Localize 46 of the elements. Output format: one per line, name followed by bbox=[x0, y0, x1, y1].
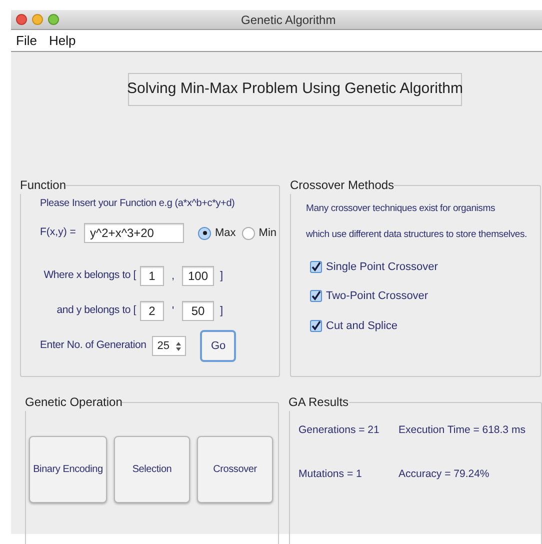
panel-title: Function bbox=[20, 177, 66, 194]
description-text: which use different data structures to store themselves. bbox=[306, 228, 528, 242]
range-label: Where x belongs to [ bbox=[42, 268, 138, 284]
radio-button[interactable] bbox=[198, 226, 211, 240]
menu-item[interactable]: Help bbox=[48, 30, 76, 50]
separator-text: , bbox=[170, 268, 176, 284]
operation-button[interactable]: Binary Encoding bbox=[29, 436, 107, 503]
result-text: Generations = 21 bbox=[298, 423, 380, 438]
generation-spinner[interactable]: 25 bbox=[152, 336, 186, 356]
function-field[interactable]: y^2+x^3+20 bbox=[84, 223, 184, 243]
range-field[interactable]: 1 bbox=[140, 266, 164, 286]
description-text: Many crossover techniques exist for organisms bbox=[306, 202, 496, 216]
go-button[interactable]: Go bbox=[200, 330, 236, 362]
generation-label: Enter No. of Generation bbox=[40, 338, 146, 354]
bracket-text: ] bbox=[220, 268, 224, 284]
operation-button[interactable]: Crossover bbox=[197, 436, 273, 503]
radio-label: Min bbox=[258, 226, 277, 241]
checkbox[interactable] bbox=[310, 290, 322, 302]
separator-text: ' bbox=[170, 304, 176, 319]
bracket-text: ] bbox=[220, 304, 224, 319]
operation-button[interactable]: Selection bbox=[114, 436, 190, 503]
result-text: Mutations = 1 bbox=[298, 466, 363, 482]
panel-title: GA Results bbox=[288, 394, 349, 411]
instruction-text: Please Insert your Function e.g (a*x^b+c*y+d) bbox=[40, 197, 236, 211]
radio-button[interactable] bbox=[242, 226, 255, 240]
checkbox-label: Single Point Crossover bbox=[326, 260, 438, 274]
range-label: and y belongs to [ bbox=[56, 303, 138, 318]
stepper-icon[interactable] bbox=[176, 342, 182, 350]
panel-title: Crossover Methods bbox=[290, 177, 394, 194]
window-title: Genetic Algorithm bbox=[241, 12, 336, 28]
range-field[interactable]: 50 bbox=[182, 301, 214, 321]
close-icon[interactable] bbox=[16, 14, 27, 25]
checkbox-label: Two-Point Crossover bbox=[326, 289, 428, 304]
menu-item[interactable]: File bbox=[16, 30, 37, 50]
panel-title: Genetic Operation bbox=[25, 394, 122, 411]
checkbox[interactable] bbox=[310, 320, 322, 332]
radio-label: Max bbox=[215, 226, 236, 241]
checkbox-label: Cut and Splice bbox=[326, 318, 398, 334]
range-field[interactable]: 2 bbox=[140, 301, 164, 321]
function-label: F(x,y) = bbox=[40, 225, 77, 240]
range-field[interactable]: 100 bbox=[182, 266, 214, 286]
result-text: Accuracy = 79.24% bbox=[398, 466, 490, 482]
zoom-icon[interactable] bbox=[48, 14, 59, 25]
checkbox[interactable] bbox=[310, 260, 322, 273]
result-text: Execution Time = 618.3 ms bbox=[398, 423, 526, 438]
heading-box: Solving Min-Max Problem Using Genetic Algorithm bbox=[128, 73, 462, 106]
